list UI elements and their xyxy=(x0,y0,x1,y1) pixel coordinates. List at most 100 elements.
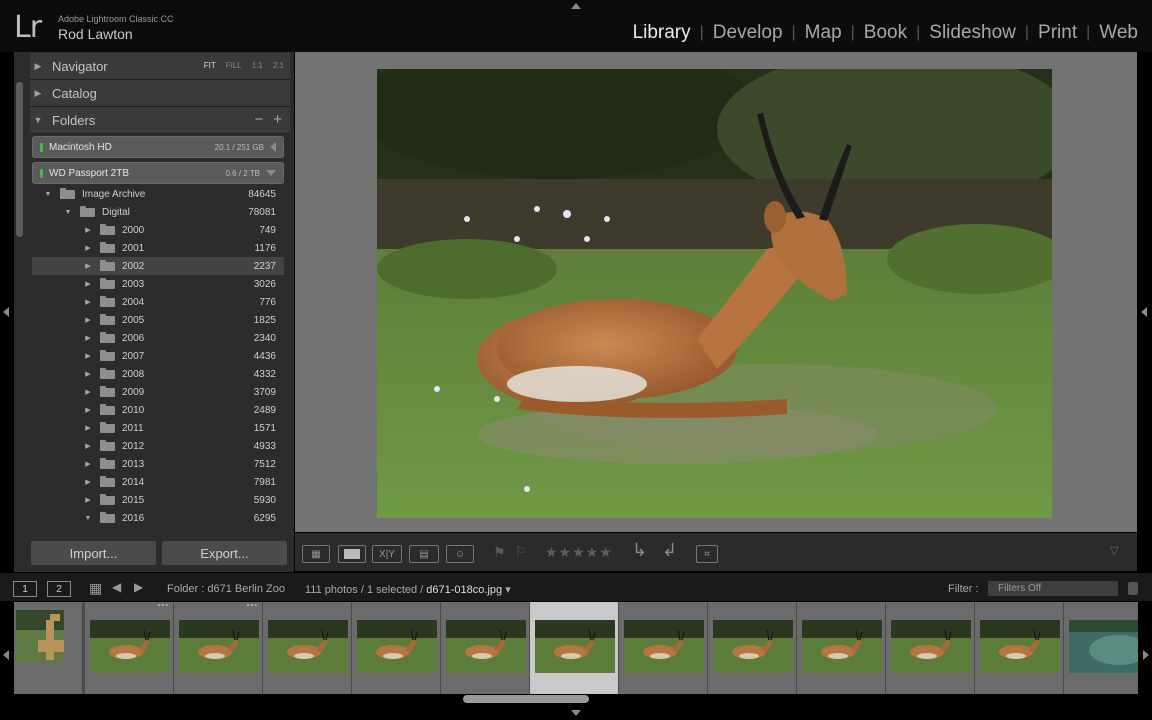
collapse-top-panel-arrow-icon[interactable] xyxy=(571,3,581,9)
navigator-panel-header[interactable]: ▶ Navigator FIT FILL 1:1 2:1 xyxy=(30,53,290,80)
source-folder-label[interactable]: Folder : d671 Berlin Zoo xyxy=(167,583,285,595)
secondary-window-button[interactable]: 2 xyxy=(47,581,71,597)
expand-arrow-icon[interactable]: ▶ xyxy=(84,334,92,342)
filmstrip-cell[interactable] xyxy=(352,602,441,694)
folder-row[interactable]: ▶ 2000 749 xyxy=(32,221,284,239)
crop-overlay-icon[interactable]: ⌗ xyxy=(696,545,718,563)
module-map[interactable]: Map xyxy=(801,22,846,44)
expand-arrow-icon[interactable]: ▶ xyxy=(84,478,92,486)
volume-macintosh-hd[interactable]: Macintosh HD 20.1 / 251 GB xyxy=(32,136,284,158)
expand-arrow-icon[interactable]: ▶ xyxy=(84,388,92,396)
filmstrip-scrollbar[interactable] xyxy=(463,695,589,703)
expand-arrow-icon[interactable]: ▶ xyxy=(84,496,92,504)
loupe-view-icon[interactable] xyxy=(338,545,366,563)
folder-row[interactable]: ▶ 2010 2489 xyxy=(32,401,284,419)
main-window-button[interactable]: 1 xyxy=(13,581,37,597)
module-library[interactable]: Library xyxy=(629,22,695,44)
zoom-2-1[interactable]: 2:1 xyxy=(273,61,284,70)
expand-arrow-icon[interactable]: ▶ xyxy=(84,442,92,450)
folder-row[interactable]: ▶ 2011 1571 xyxy=(32,419,284,437)
filmstrip-cell[interactable] xyxy=(797,602,886,694)
catalog-panel-header[interactable]: ▶ Catalog xyxy=(30,80,290,107)
add-folder-icon[interactable]: + xyxy=(273,111,282,128)
survey-view-icon[interactable]: ▤ xyxy=(409,545,439,563)
filter-lock-icon[interactable] xyxy=(1128,582,1138,595)
compare-view-icon[interactable]: X|Y xyxy=(372,545,402,563)
zoom-fill[interactable]: FILL xyxy=(226,61,242,70)
folder-row[interactable]: ▶ 2013 7512 xyxy=(32,455,284,473)
filmstrip-cell[interactable] xyxy=(441,602,530,694)
zoom-1-1[interactable]: 1:1 xyxy=(252,61,263,70)
filmstrip-cell[interactable] xyxy=(708,602,797,694)
pick-flag-icon[interactable]: ⚑ xyxy=(493,544,506,561)
folder-row[interactable]: ▼ 2016 6295 xyxy=(32,509,284,527)
expand-arrow-icon[interactable]: ▶ xyxy=(84,226,92,234)
folder-row[interactable]: ▶ 2004 776 xyxy=(32,293,284,311)
collapse-right-panel-arrow-icon[interactable] xyxy=(1141,307,1147,317)
expand-arrow-icon[interactable]: ▶ xyxy=(84,316,92,324)
back-arrow-icon[interactable]: ◀ xyxy=(112,580,121,594)
module-web[interactable]: Web xyxy=(1095,22,1142,44)
expand-arrow-icon[interactable]: ▶ xyxy=(84,424,92,432)
volume-wd-passport[interactable]: WD Passport 2TB 0.6 / 2 TB xyxy=(32,162,284,184)
folder-row[interactable]: ▼ Digital 78081 xyxy=(32,203,284,221)
filmstrip-cell[interactable] xyxy=(975,602,1064,694)
filmstrip-cell[interactable] xyxy=(263,602,352,694)
main-photo[interactable] xyxy=(377,69,1052,518)
collapse-bottom-panel-arrow-icon[interactable] xyxy=(571,710,581,716)
folder-row[interactable]: ▶ 2002 2237 xyxy=(32,257,284,275)
expand-arrow-icon[interactable]: ▶ xyxy=(84,262,92,270)
reject-flag-icon[interactable]: ⚐ xyxy=(515,544,527,560)
left-panel-scrollbar[interactable] xyxy=(16,82,23,237)
grid-icon[interactable]: ▦ xyxy=(89,580,102,597)
import-button[interactable]: Import... xyxy=(31,541,156,565)
filmstrip-cell[interactable] xyxy=(530,602,619,694)
module-print[interactable]: Print xyxy=(1034,22,1081,44)
folders-panel-header[interactable]: ▼ Folders − + xyxy=(30,107,290,134)
folder-row[interactable]: ▶ 2012 4933 xyxy=(32,437,284,455)
expand-arrow-icon[interactable]: ▶ xyxy=(84,406,92,414)
folder-row[interactable]: ▶ 2014 7981 xyxy=(32,473,284,491)
expand-arrow-icon[interactable]: ▶ xyxy=(84,280,92,288)
filmstrip-cell[interactable] xyxy=(14,602,83,694)
export-button[interactable]: Export... xyxy=(162,541,287,565)
folder-row[interactable]: ▶ 2015 5930 xyxy=(32,491,284,509)
filmstrip-right-arrow-icon[interactable] xyxy=(1143,650,1149,660)
expand-arrow-icon[interactable]: ▶ xyxy=(84,298,92,306)
collapse-arrow-icon[interactable]: ▼ xyxy=(44,191,52,198)
filmstrip-cell[interactable] xyxy=(886,602,975,694)
expand-arrow-icon[interactable]: ▶ xyxy=(84,460,92,468)
filmstrip-cell[interactable]: °°° xyxy=(85,602,174,694)
toolbar-menu-chevron-icon[interactable]: ▽ xyxy=(1110,544,1118,557)
module-slideshow[interactable]: Slideshow xyxy=(925,22,1020,44)
module-book[interactable]: Book xyxy=(860,22,911,44)
collapse-filmstrip-left-icon[interactable] xyxy=(3,650,9,660)
filmstrip-cell[interactable]: °°° xyxy=(174,602,263,694)
people-view-icon[interactable]: ☺ xyxy=(446,545,474,563)
remove-folder-icon[interactable]: − xyxy=(254,111,263,128)
folder-row[interactable]: ▶ 2007 4436 xyxy=(32,347,284,365)
folder-row[interactable]: ▶ 2009 3709 xyxy=(32,383,284,401)
rotate-left-icon[interactable]: ↳ xyxy=(632,540,647,561)
grid-view-icon[interactable]: ▦ xyxy=(302,545,330,563)
folder-row[interactable]: ▶ 2008 4332 xyxy=(32,365,284,383)
photo-count-label[interactable]: 111 photos / 1 selected / d671-018co.jpg… xyxy=(305,583,511,596)
expand-arrow-icon[interactable]: ▶ xyxy=(84,244,92,252)
folder-row[interactable]: ▶ 2005 1825 xyxy=(32,311,284,329)
zoom-fit[interactable]: FIT xyxy=(204,61,216,70)
rotate-right-icon[interactable]: ↲ xyxy=(662,540,677,561)
collapse-arrow-icon[interactable]: ▼ xyxy=(64,209,72,216)
module-develop[interactable]: Develop xyxy=(709,22,787,44)
star-rating[interactable]: ★★★★★ xyxy=(545,544,613,561)
collapse-left-panel-arrow-icon[interactable] xyxy=(3,307,9,317)
filmstrip-cell[interactable] xyxy=(1064,602,1138,694)
folder-row[interactable]: ▶ 2003 3026 xyxy=(32,275,284,293)
forward-arrow-icon[interactable]: ▶ xyxy=(134,580,143,594)
filmstrip-cell[interactable] xyxy=(619,602,708,694)
collapse-arrow-icon[interactable]: ▼ xyxy=(84,515,92,522)
folder-row[interactable]: ▼ Image Archive 84645 xyxy=(32,185,284,203)
expand-arrow-icon[interactable]: ▶ xyxy=(84,352,92,360)
expand-arrow-icon[interactable]: ▶ xyxy=(84,370,92,378)
folder-row[interactable]: ▶ 2001 1176 xyxy=(32,239,284,257)
filter-dropdown[interactable]: Filters Off xyxy=(988,581,1118,596)
